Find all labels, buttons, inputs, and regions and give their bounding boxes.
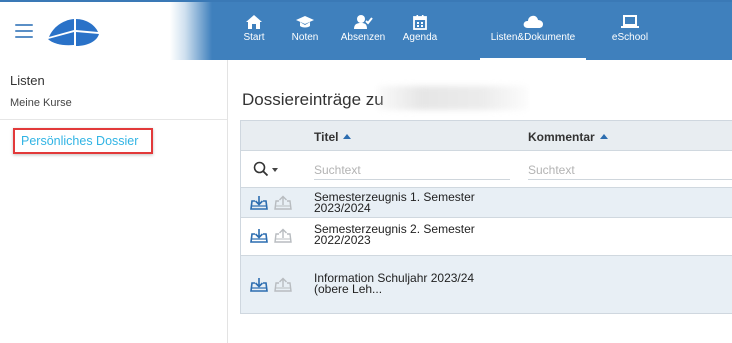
sidebar-item-meine-kurse[interactable]: Meine Kurse xyxy=(10,97,72,109)
graduation-cap-icon xyxy=(296,16,314,28)
sidebar: Listen Meine Kurse Persönliches Dossier xyxy=(0,60,228,343)
search-icon[interactable] xyxy=(253,161,269,177)
row-title-line: 2023/2024 xyxy=(314,201,371,215)
download-icon[interactable] xyxy=(250,195,268,211)
cloud-icon xyxy=(523,15,543,28)
chevron-down-icon[interactable] xyxy=(272,168,278,172)
sidebar-item-persoenliches-dossier[interactable]: Persönliches Dossier xyxy=(13,128,153,154)
table-row[interactable]: Semesterzeugnis 2. Semester 2022/2023 xyxy=(241,218,732,256)
table-row[interactable]: Information Schuljahr 2023/24 (obere Leh… xyxy=(241,256,732,313)
titel-search-input[interactable] xyxy=(314,161,510,180)
home-icon xyxy=(246,15,262,29)
nav-label: Agenda xyxy=(402,32,438,43)
nav-label: Absenzen xyxy=(340,32,386,43)
upload-icon xyxy=(274,195,292,210)
hamburger-menu-icon[interactable] xyxy=(15,24,33,38)
upload-icon xyxy=(274,277,292,292)
row-title-line: 2022/2023 xyxy=(314,233,371,247)
nav-label: Noten xyxy=(291,32,319,43)
download-icon[interactable] xyxy=(250,228,268,244)
calendar-icon xyxy=(413,15,427,30)
nav-label: eSchool xyxy=(611,32,649,43)
kommentar-search-input[interactable] xyxy=(528,161,732,180)
filter-row xyxy=(241,151,732,188)
row-title: Semesterzeugnis 2. Semester 2022/2023 xyxy=(314,223,504,247)
user-check-icon xyxy=(354,15,373,29)
row-title: Information Schuljahr 2023/24 (obere Leh… xyxy=(314,272,504,296)
dossier-table: Titel Kommentar Semesterzeugnis 1. Semes… xyxy=(240,120,732,314)
laptop-icon xyxy=(621,15,639,28)
nav-noten[interactable]: Noten xyxy=(288,14,322,58)
nav-start[interactable]: Start xyxy=(240,14,268,58)
table-header: Titel Kommentar xyxy=(241,121,732,151)
nav-eschool[interactable]: eSchool xyxy=(608,14,652,58)
column-label: Titel xyxy=(314,130,339,144)
page-title: Dossiereinträge zu xyxy=(242,90,384,109)
row-title-line: (obere Leh... xyxy=(314,282,383,296)
column-label: Kommentar xyxy=(528,130,595,144)
column-header-kommentar[interactable]: Kommentar xyxy=(528,130,608,144)
school-logo[interactable] xyxy=(43,15,101,49)
nav-agenda[interactable]: Agenda xyxy=(400,14,440,58)
sidebar-divider xyxy=(0,119,227,120)
active-tab-indicator xyxy=(480,58,586,60)
nav-absenzen[interactable]: Absenzen xyxy=(338,14,388,58)
nav-label: Start xyxy=(243,32,265,43)
top-accent-line xyxy=(0,0,732,2)
column-header-titel[interactable]: Titel xyxy=(314,130,352,144)
sort-ascending-icon xyxy=(343,134,352,139)
table-row[interactable]: Semesterzeugnis 1. Semester 2023/2024 xyxy=(241,188,732,218)
nav-label: Listen&Dokumente xyxy=(490,32,576,43)
redacted-name xyxy=(378,86,528,110)
download-icon[interactable] xyxy=(250,277,268,293)
sort-ascending-icon xyxy=(599,134,608,139)
sidebar-item-listen[interactable]: Listen xyxy=(10,73,45,88)
nav-listen-dokumente[interactable]: Listen&Dokumente xyxy=(480,14,586,60)
row-title: Semesterzeugnis 1. Semester 2023/2024 xyxy=(314,191,504,215)
top-navigation-bar: Start Noten Absenzen Agenda Listen&Dokum… xyxy=(0,0,732,60)
upload-icon xyxy=(274,228,292,243)
